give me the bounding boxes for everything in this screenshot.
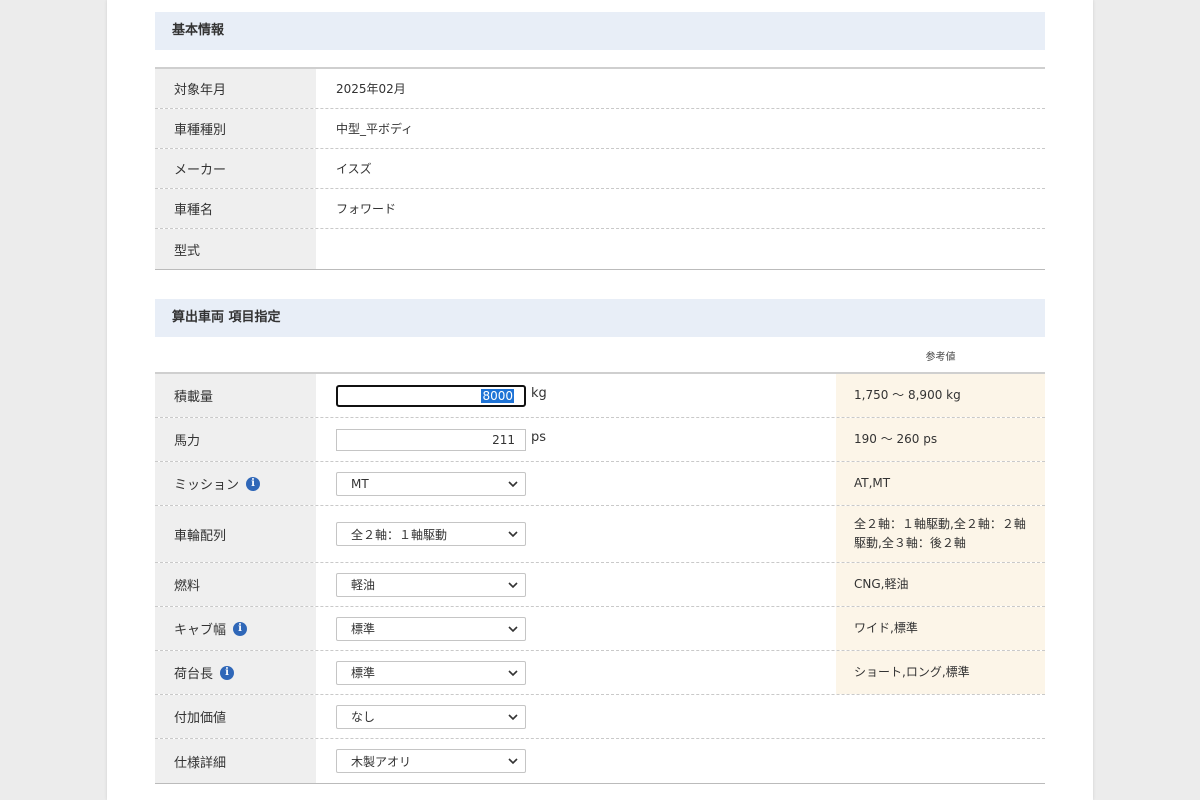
row-label: 車種名 [155, 189, 316, 228]
reference-value-empty [836, 739, 1045, 783]
row-label: 車種種別 [155, 109, 316, 148]
selected-value: MT [351, 476, 369, 491]
row-label: 車輪配列 [155, 506, 316, 562]
row-value: 軽油 [316, 563, 836, 606]
table-row: 積載量 8000 kg 1,750 〜 8,900 kg [155, 372, 1045, 418]
fuel-select[interactable]: 軽油 [336, 572, 526, 597]
horsepower-input[interactable]: 211 [336, 428, 526, 451]
reference-value: AT,MT [836, 462, 1045, 505]
label-text: ミッション [174, 478, 240, 493]
reference-value-empty [836, 695, 1045, 738]
bed-length-select[interactable]: 標準 [336, 660, 526, 685]
basic-info-table: 対象年月 2025年02月 車種種別 中型_平ボディ メーカー イスズ 車種名 … [155, 67, 1045, 270]
table-row: 燃料 軽油 CNG,軽油 [155, 563, 1045, 607]
chevron-down-icon [508, 581, 518, 588]
row-label: 仕様詳細 [155, 739, 316, 783]
table-row: 型式 [155, 229, 1045, 270]
info-icon[interactable]: i [220, 665, 235, 680]
table-row: 車種名 フォワード [155, 189, 1045, 229]
added-value-select[interactable]: なし [336, 704, 526, 729]
reference-value: CNG,軽油 [836, 563, 1045, 606]
row-value: 全２軸：１軸駆動 [316, 506, 836, 562]
input-value: 8000 [481, 388, 514, 403]
table-row: ミッション i MT AT,MT [155, 462, 1045, 506]
table-row: 馬力 211 ps 190 〜 260 ps [155, 418, 1045, 462]
table-row: メーカー イスズ [155, 149, 1045, 189]
reference-value: ショート,ロング,標準 [836, 651, 1045, 694]
spec-detail-select[interactable]: 木製アオリ [336, 749, 526, 773]
row-value: 中型_平ボディ [336, 122, 414, 136]
selected-value: 標準 [351, 666, 376, 680]
table-row: キャブ幅 i 標準 ワイド,標準 [155, 607, 1045, 651]
table-row: 対象年月 2025年02月 [155, 67, 1045, 109]
row-value: MT [316, 462, 836, 505]
info-icon[interactable]: i [233, 621, 248, 636]
selected-value: 木製アオリ [351, 754, 412, 769]
input-value: 211 [492, 432, 515, 447]
chevron-down-icon [508, 625, 518, 632]
row-label: 対象年月 [155, 69, 316, 108]
row-value: 標準 [316, 607, 836, 650]
basic-info-header: 基本情報 [155, 12, 1045, 50]
label-text: 荷台長 [174, 667, 214, 682]
unit-label: ps [531, 430, 547, 445]
table-row: 付加価値 なし [155, 695, 1045, 739]
row-value: 2025年02月 [336, 82, 406, 96]
chevron-down-icon [508, 531, 518, 538]
chevron-down-icon [508, 480, 518, 487]
reference-value: ワイド,標準 [836, 607, 1045, 650]
reference-value: 190 〜 260 ps [836, 418, 1045, 461]
chevron-down-icon [508, 669, 518, 676]
row-label: ミッション i [155, 462, 316, 505]
row-value: 標準 [316, 651, 836, 694]
unit-label: kg [531, 386, 547, 401]
row-value: なし [316, 695, 836, 738]
selected-value: 標準 [351, 622, 376, 636]
row-label: 馬力 [155, 418, 316, 461]
load-capacity-input[interactable]: 8000 [336, 384, 526, 407]
row-label: メーカー [155, 149, 316, 188]
selected-value: 全２軸：１軸駆動 [351, 527, 448, 542]
chevron-down-icon [508, 713, 518, 720]
table-row: 車輪配列 全２軸：１軸駆動 全２軸：１軸駆動,全２軸：２軸駆動,全３軸：後２軸 [155, 506, 1045, 563]
table-row: 仕様詳細 木製アオリ [155, 739, 1045, 784]
wheel-arrangement-select[interactable]: 全２軸：１軸駆動 [336, 522, 526, 546]
row-label: キャブ幅 i [155, 607, 316, 650]
cab-width-select[interactable]: 標準 [336, 616, 526, 641]
selected-value: 軽油 [351, 578, 376, 592]
row-value [316, 229, 1045, 269]
row-value: 8000 kg [316, 374, 836, 417]
row-label: 付加価値 [155, 695, 316, 738]
chevron-down-icon [508, 758, 518, 765]
calc-vehicle-table: 積載量 8000 kg 1,750 〜 8,900 kg 馬力 211 ps 1… [155, 372, 1045, 784]
transmission-select[interactable]: MT [336, 471, 526, 496]
row-label: 荷台長 i [155, 651, 316, 694]
reference-value-header: 参考値 [925, 352, 956, 363]
row-value: イスズ [336, 162, 372, 176]
row-value: 木製アオリ [316, 739, 836, 783]
row-value: フォワード [336, 202, 397, 216]
reference-value: 全２軸：１軸駆動,全２軸：２軸駆動,全３軸：後２軸 [836, 506, 1045, 562]
label-text: キャブ幅 [174, 623, 227, 638]
row-value: 211 ps [316, 418, 836, 461]
selected-value: なし [351, 710, 376, 724]
reference-value: 1,750 〜 8,900 kg [836, 374, 1045, 417]
row-label: 燃料 [155, 563, 316, 606]
calc-vehicle-header: 算出車両 項目指定 [155, 299, 1045, 337]
row-label: 積載量 [155, 374, 316, 417]
table-row: 荷台長 i 標準 ショート,ロング,標準 [155, 651, 1045, 695]
info-icon[interactable]: i [246, 476, 261, 491]
row-label: 型式 [155, 229, 316, 269]
table-row: 車種種別 中型_平ボディ [155, 109, 1045, 149]
